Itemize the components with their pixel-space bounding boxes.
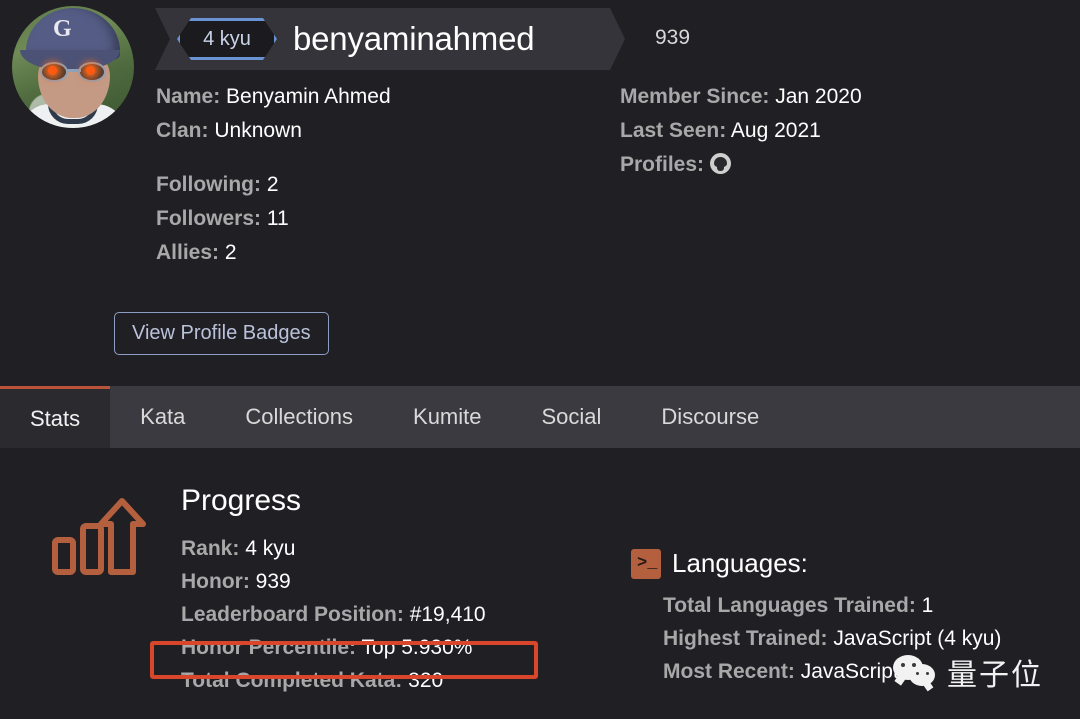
tab-discourse[interactable]: Discourse xyxy=(631,386,789,448)
progress-label-honor: Honor: xyxy=(181,570,250,593)
progress-value-honor-percentile: Top 5.930% xyxy=(362,636,473,659)
info-value-allies: 2 xyxy=(225,241,237,264)
profile-info-left: Name: Benyamin Ahmed Clan: Unknown Follo… xyxy=(156,80,391,270)
terminal-icon: >_ xyxy=(631,549,661,579)
languages-row-total-trained: Total Languages Trained: 1 xyxy=(663,589,1001,622)
progress-row-honor-percentile: Honor Percentile: Top 5.930% xyxy=(181,631,486,664)
languages-value-total-trained: 1 xyxy=(922,594,934,617)
tab-kata[interactable]: Kata xyxy=(110,386,215,448)
progress-value-honor: 939 xyxy=(256,570,291,593)
progress-row-total-kata: Total Completed Kata: 320 xyxy=(181,664,486,697)
info-row-followers[interactable]: Followers: 11 xyxy=(156,202,391,236)
progress-label-leaderboard: Leaderboard Position: xyxy=(181,603,404,626)
tab-collections[interactable]: Collections xyxy=(215,386,383,448)
info-row-clan: Clan: Unknown xyxy=(156,114,391,148)
info-row-allies[interactable]: Allies: 2 xyxy=(156,236,391,270)
tab-kumite[interactable]: Kumite xyxy=(383,386,511,448)
laser-eye-left-icon xyxy=(48,66,57,75)
terminal-icon-glyph: >_ xyxy=(637,552,657,576)
progress-label-total-kata: Total Completed Kata: xyxy=(181,669,402,692)
languages-value-highest-trained: JavaScript (4 kyu) xyxy=(833,627,1001,650)
username-banner: 4 kyu benyaminahmed xyxy=(155,8,625,70)
languages-label-total-trained: Total Languages Trained: xyxy=(663,594,916,617)
languages-label-most-recent: Most Recent: xyxy=(663,660,795,683)
progress-title: Progress xyxy=(181,484,486,518)
info-row-profiles: Profiles: xyxy=(620,148,862,182)
info-value-member-since: Jan 2020 xyxy=(775,85,861,108)
info-value-following: 2 xyxy=(267,173,279,196)
progress-row-rank: Rank: 4 kyu xyxy=(181,532,486,565)
info-row-member-since: Member Since: Jan 2020 xyxy=(620,80,862,114)
laser-eye-right-icon xyxy=(86,66,95,75)
languages-header: >_ Languages: xyxy=(631,548,1001,579)
profile-tabbar: Stats Kata Collections Kumite Social Dis… xyxy=(0,386,1080,448)
info-label-profiles: Profiles: xyxy=(620,153,704,176)
github-icon[interactable] xyxy=(710,153,731,174)
progress-value-total-kata: 320 xyxy=(408,669,443,692)
avatar[interactable]: G xyxy=(12,6,134,128)
languages-title: Languages: xyxy=(672,548,808,579)
avatar-sunglasses xyxy=(34,62,116,82)
progress-row-leaderboard: Leaderboard Position: #19,410 xyxy=(181,598,486,631)
info-label-last-seen: Last Seen: xyxy=(620,119,726,142)
spacer xyxy=(156,148,391,158)
info-label-member-since: Member Since: xyxy=(620,85,769,108)
info-row-last-seen: Last Seen: Aug 2021 xyxy=(620,114,862,148)
progress-section: Progress Rank: 4 kyu Honor: 939 Leaderbo… xyxy=(181,484,486,697)
languages-row-highest-trained: Highest Trained: JavaScript (4 kyu) xyxy=(663,622,1001,655)
spacer xyxy=(156,158,391,168)
languages-rows: Total Languages Trained: 1 Highest Train… xyxy=(631,589,1001,688)
bar-chart-up-icon xyxy=(52,496,148,581)
tab-stats[interactable]: Stats xyxy=(0,386,110,448)
progress-value-rank: 4 kyu xyxy=(245,537,295,560)
info-value-last-seen: Aug 2021 xyxy=(731,119,821,142)
lens-bridge xyxy=(67,69,81,72)
profile-header: G 4 kyu benyaminahmed 939 Name: Benyamin… xyxy=(0,0,1080,380)
info-value-followers: 11 xyxy=(267,207,289,230)
languages-label-highest-trained: Highest Trained: xyxy=(663,627,828,650)
info-value-name: Benyamin Ahmed xyxy=(226,85,391,108)
avatar-photo: G xyxy=(12,6,134,128)
progress-label-honor-percentile: Honor Percentile: xyxy=(181,636,356,659)
languages-section: >_ Languages: Total Languages Trained: 1… xyxy=(631,548,1001,688)
honor-total: 939 xyxy=(655,26,690,50)
rank-badge[interactable]: 4 kyu xyxy=(177,18,277,60)
info-value-clan: Unknown xyxy=(214,119,302,142)
rank-badge-label: 4 kyu xyxy=(183,24,271,54)
info-row-following[interactable]: Following: 2 xyxy=(156,168,391,202)
info-row-name: Name: Benyamin Ahmed xyxy=(156,80,391,114)
view-profile-badges-button[interactable]: View Profile Badges xyxy=(114,312,329,355)
username: benyaminahmed xyxy=(293,20,534,58)
languages-value-most-recent: JavaScript xyxy=(801,660,899,683)
cap-logo: G xyxy=(53,16,72,43)
profile-info-right: Member Since: Jan 2020 Last Seen: Aug 20… xyxy=(620,80,862,182)
languages-row-most-recent: Most Recent: JavaScript xyxy=(663,655,1001,688)
info-label-name: Name: xyxy=(156,85,220,108)
info-label-followers: Followers: xyxy=(156,207,261,230)
info-label-allies: Allies: xyxy=(156,241,219,264)
progress-value-leaderboard: #19,410 xyxy=(410,603,486,626)
progress-row-honor: Honor: 939 xyxy=(181,565,486,598)
info-label-clan: Clan: xyxy=(156,119,209,142)
progress-label-rank: Rank: xyxy=(181,537,239,560)
tab-social[interactable]: Social xyxy=(512,386,632,448)
info-label-following: Following: xyxy=(156,173,261,196)
